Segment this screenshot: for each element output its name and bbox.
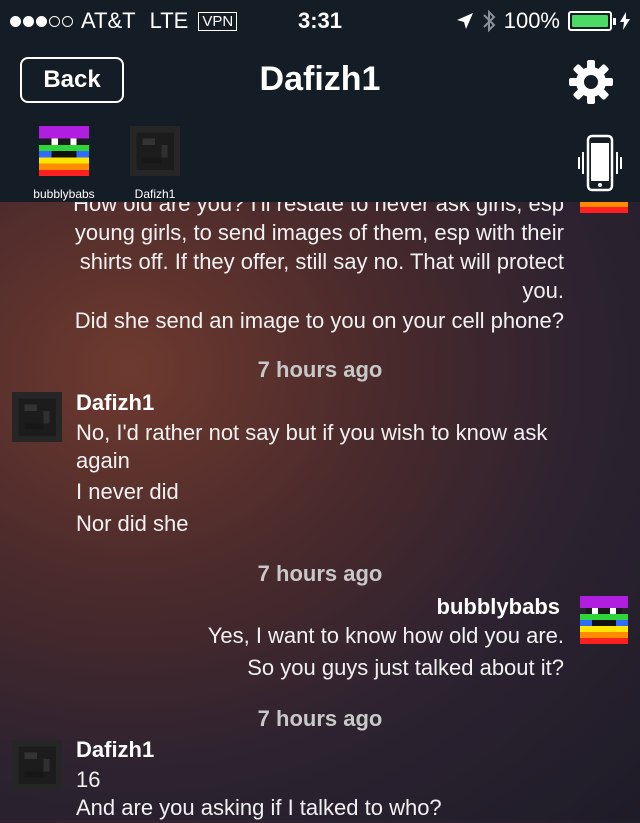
participant-name: Dafizh1	[134, 187, 176, 201]
battery-tip	[613, 18, 616, 25]
avatar-dafizh1	[130, 126, 180, 176]
avatar-bubblybabs	[580, 596, 628, 644]
message-line: again	[76, 448, 130, 473]
phone-vibrate-icon[interactable]	[577, 134, 623, 192]
message-line: 16	[76, 767, 101, 792]
avatar-dafizh1	[12, 392, 62, 442]
message-line: No, I'd rather not say but if you wish t…	[76, 420, 548, 445]
location-arrow-icon	[456, 13, 473, 29]
avatar-bubblybabs	[39, 126, 89, 176]
navigation-bar: Back Dafizh1	[0, 52, 640, 108]
avatar-dafizh1	[12, 740, 62, 790]
timestamp: 7 hours ago	[257, 561, 383, 586]
participants-bar: bubblybabs Dafizh1	[0, 126, 640, 201]
status-right: 100%	[456, 8, 630, 34]
battery-percent: 100%	[503, 8, 560, 33]
message-line: Yes, I want to know how old you are.	[207, 623, 564, 648]
participant-name: bubblybabs	[33, 187, 95, 201]
settings-gear-icon[interactable]	[567, 58, 615, 106]
timestamp: 7 hours ago	[257, 706, 383, 731]
message-line: shirts off. If they offer, still say no.…	[79, 249, 564, 274]
battery-level	[572, 15, 608, 27]
message-line: Did she send an image to you on your cel…	[74, 308, 564, 333]
timestamp: 7 hours ago	[257, 357, 383, 382]
message-line: And are you asking if I talked to who?	[76, 795, 442, 820]
status-bar: AT&T LTE VPN 3:31 100%	[0, 0, 640, 40]
message-line: So you guys just talked about it?	[247, 655, 564, 680]
message-sender: bubblybabs	[436, 594, 560, 619]
participant-dafizh1[interactable]: Dafizh1	[105, 126, 205, 201]
message-sender: Dafizh1	[76, 390, 155, 415]
message-line: you.	[522, 278, 564, 303]
message-sender: Dafizh1	[76, 737, 155, 762]
message-line: Nor did she	[76, 511, 189, 536]
page-title: Dafizh1	[259, 60, 381, 98]
bluetooth-icon	[483, 9, 496, 33]
header: AT&T LTE VPN 3:31 100% Back Dafizh1 bubb…	[0, 0, 640, 202]
battery-icon	[568, 11, 616, 31]
message-line: young girls, to send images of them, esp…	[74, 220, 564, 245]
charging-bolt-icon	[620, 12, 630, 30]
message-line: I never did	[76, 479, 179, 504]
participant-bubblybabs[interactable]: bubblybabs	[14, 126, 114, 201]
